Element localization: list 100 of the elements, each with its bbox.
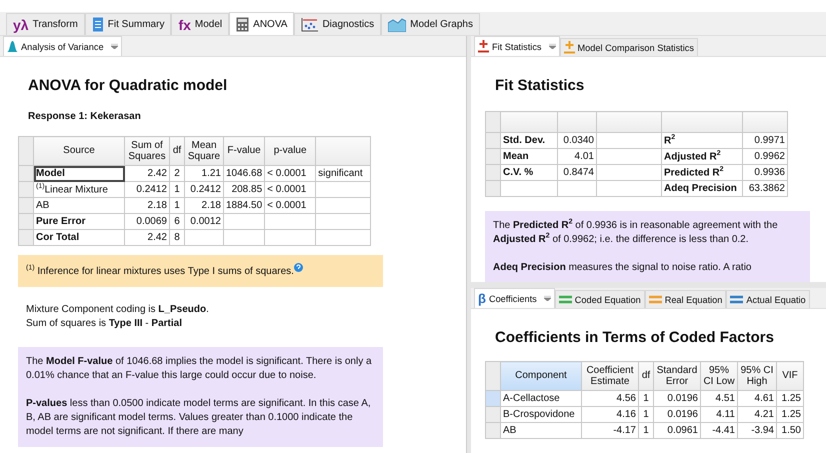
tab-label: Coded Equation <box>574 294 641 304</box>
table-cell: 0.0196 <box>654 406 700 422</box>
table-cell: -4.41 <box>700 422 738 438</box>
table-cell: Std. Dev. <box>500 132 558 148</box>
table-cell: significant <box>316 166 371 182</box>
table-cell: $^{(1)}$Linear Mixture <box>34 182 124 198</box>
section-title: Coefficients in Terms of Coded Factors <box>495 329 774 346</box>
table-cell: Adjusted R$^{2}$ <box>662 148 742 164</box>
tab-label: Fit Statistics <box>492 42 542 52</box>
column-header[interactable]: df <box>638 362 654 390</box>
column-header[interactable]: VIF <box>776 362 804 390</box>
tab-glyph: yλ <box>13 16 29 32</box>
column-header[interactable]: Component <box>500 362 582 390</box>
table-cell: 0.0069 <box>124 214 170 230</box>
table-cell: AB <box>34 198 124 214</box>
tab-glyph: β <box>478 291 486 306</box>
column-header[interactable]: p-value <box>264 136 316 166</box>
table-cell: 1 <box>638 406 654 422</box>
table-cell: Predicted R$^{2}$ <box>662 164 742 180</box>
column-header[interactable]: Source <box>34 136 124 166</box>
dropdown-icon[interactable] <box>544 296 551 301</box>
tab-label: Real Equation <box>664 294 722 304</box>
table-cell: 4.01 <box>558 148 596 164</box>
column-header[interactable]: F-value <box>224 136 265 166</box>
help-icon[interactable] <box>294 263 303 272</box>
paragraph: The Predicted R$^{2}$ of 0.9936 is in reasonable agreement with the Adjusted R$^{2}$ of 0.9962; i.e. the difference is less than 0.2. <box>493 219 779 247</box>
column-header[interactable]: 95% CI Low <box>700 362 738 390</box>
tab[interactable]: Fit Summary <box>84 13 172 35</box>
table-cell: 1.21 <box>184 166 224 182</box>
table-cell: A-Cellactose <box>500 390 582 406</box>
tab[interactable]: Model Comparison Statistics <box>560 38 698 56</box>
paragraph: P-values less than 0.0500 indicate model terms are significant. In this case A, B, AB are significant model terms. Values greater than 0.1000 indicate the model terms are not significant. If there are many <box>26 397 372 439</box>
table-cell: 1 <box>638 390 654 406</box>
table-cell: < 0.0001 <box>264 198 316 214</box>
paragraph: The Model F-value of 1046.68 implies the model is significant. There is only a 0.01% chance that an F-value this large could occur due to noise. <box>26 355 373 383</box>
tab[interactable]: Diagnostics <box>294 13 382 35</box>
table-cell: 4.16 <box>582 406 638 422</box>
table-cell: Pure Error <box>34 214 124 230</box>
table-cell: Cor Total <box>34 230 124 246</box>
table-cell: B-Crospovidone <box>500 406 582 422</box>
table-cell: 0.2412 <box>184 182 224 198</box>
table-cell: 1 <box>170 182 184 198</box>
table-cell: 4.61 <box>738 390 776 406</box>
section-title: Fit Statistics <box>495 77 584 94</box>
paragraph: Sum of squares is Type III - Partial <box>26 317 183 331</box>
table-cell: 1 <box>638 422 654 438</box>
table-cell: 0.0196 <box>654 390 700 406</box>
column-header[interactable]: Sum of Squares <box>124 136 170 166</box>
column-header[interactable]: df <box>170 136 184 166</box>
tab[interactable]: Model Graphs <box>381 13 480 35</box>
table-cell: 1.25 <box>776 390 804 406</box>
table-cell: 4.51 <box>700 390 738 406</box>
table-cell: 63.3862 <box>742 180 788 196</box>
table-cell: 0.9936 <box>742 164 788 180</box>
tab[interactable]: Actual Equatio <box>726 290 810 308</box>
table-cell: 1.50 <box>776 422 804 438</box>
tab-label: Model Comparison Statistics <box>578 42 694 52</box>
table-cell: 208.85 <box>224 182 265 198</box>
table-cell: < 0.0001 <box>264 182 316 198</box>
tab[interactable]: ANOVA <box>229 12 294 35</box>
table-cell: Model <box>34 166 124 182</box>
table-cell: 4.56 <box>582 390 638 406</box>
table-cell: 1 <box>170 198 184 214</box>
tab-label: Transform <box>32 19 78 30</box>
column-header[interactable]: Mean Square <box>184 136 224 166</box>
tab[interactable]: Real Equation <box>644 290 726 308</box>
table-cell: 1884.50 <box>224 198 265 214</box>
table-cell: 0.9971 <box>742 132 788 148</box>
tab[interactable]: Analysis of Variance <box>3 36 122 56</box>
table-cell: 2 <box>170 166 184 182</box>
section-title: ANOVA for Quadratic model <box>28 77 228 94</box>
table-cell: R$^{2}$ <box>662 132 742 148</box>
column-header[interactable]: 95% CI High <box>738 362 776 390</box>
table-cell: -3.94 <box>738 422 776 438</box>
tab[interactable]: Coded Equation <box>554 290 645 308</box>
tab[interactable]: Fit Statistics <box>474 36 560 56</box>
table-cell: 4.11 <box>700 406 738 422</box>
table-cell: C.V. % <box>500 164 558 180</box>
response-label: Response 1: Kekerasan <box>28 111 141 122</box>
table-cell: AB <box>500 422 582 438</box>
footnote-text: $^{(1)}$ Inference for linear mixtures uses Type I sums of squares. <box>26 263 375 279</box>
document-icon <box>92 17 104 32</box>
table-cell: 4.21 <box>738 406 776 422</box>
column-header[interactable]: Coefficient Estimate <box>582 362 638 390</box>
table-cell: 0.0340 <box>558 132 596 148</box>
table-cell: 0.8474 <box>558 164 596 180</box>
dropdown-icon[interactable] <box>548 44 556 49</box>
tab-label: Actual Equatio <box>746 294 806 304</box>
tab[interactable]: fx Model <box>171 13 230 35</box>
table-cell: 1046.68 <box>224 166 265 182</box>
tab-label: Coefficients <box>488 294 537 304</box>
tab[interactable]: yλ Transform <box>6 13 85 35</box>
column-header[interactable]: Standard Error <box>654 362 700 390</box>
dropdown-icon[interactable] <box>110 44 118 49</box>
tab[interactable]: β Coefficients <box>474 288 555 308</box>
table-cell: 8 <box>170 230 184 246</box>
table-cell: 0.0012 <box>184 214 224 230</box>
tab-label: Model <box>194 19 222 30</box>
scatter-plot-icon <box>301 18 318 32</box>
table-cell: 2.42 <box>124 166 170 182</box>
